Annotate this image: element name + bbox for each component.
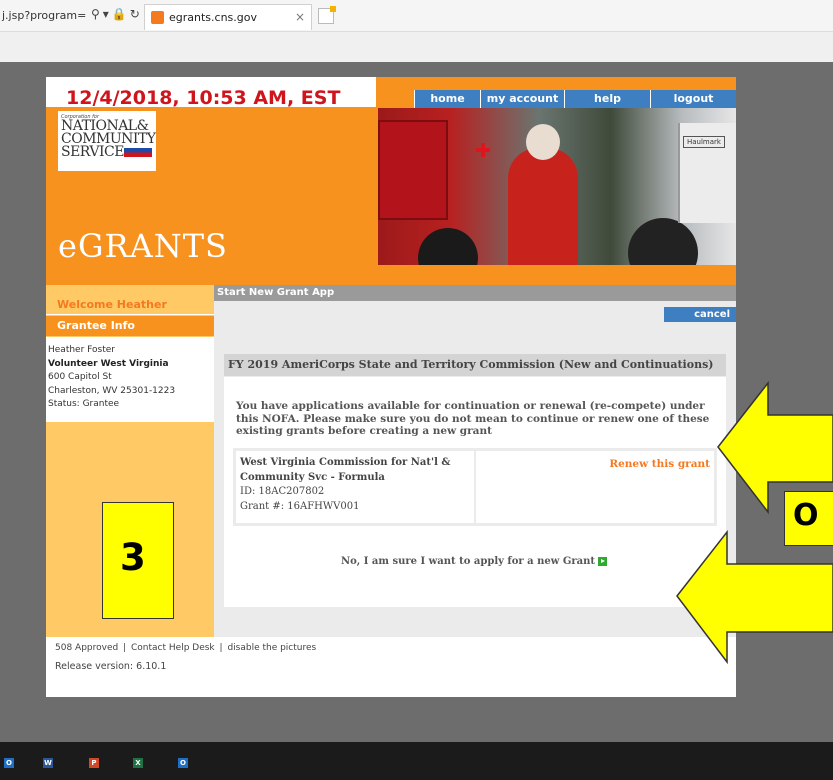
outlook-icon[interactable]: O	[4, 758, 14, 768]
option-callout-label: O	[793, 498, 819, 533]
powerpoint-icon[interactable]: P	[89, 758, 99, 768]
annotation-arrows	[676, 380, 833, 665]
outlook-icon[interactable]: O	[178, 758, 188, 768]
excel-icon[interactable]: X	[133, 758, 143, 768]
arrow-new-grant-icon	[676, 529, 833, 665]
option-callout: O	[784, 491, 833, 546]
windows-taskbar: O W P X O	[0, 742, 833, 780]
word-icon[interactable]: W	[43, 758, 53, 768]
